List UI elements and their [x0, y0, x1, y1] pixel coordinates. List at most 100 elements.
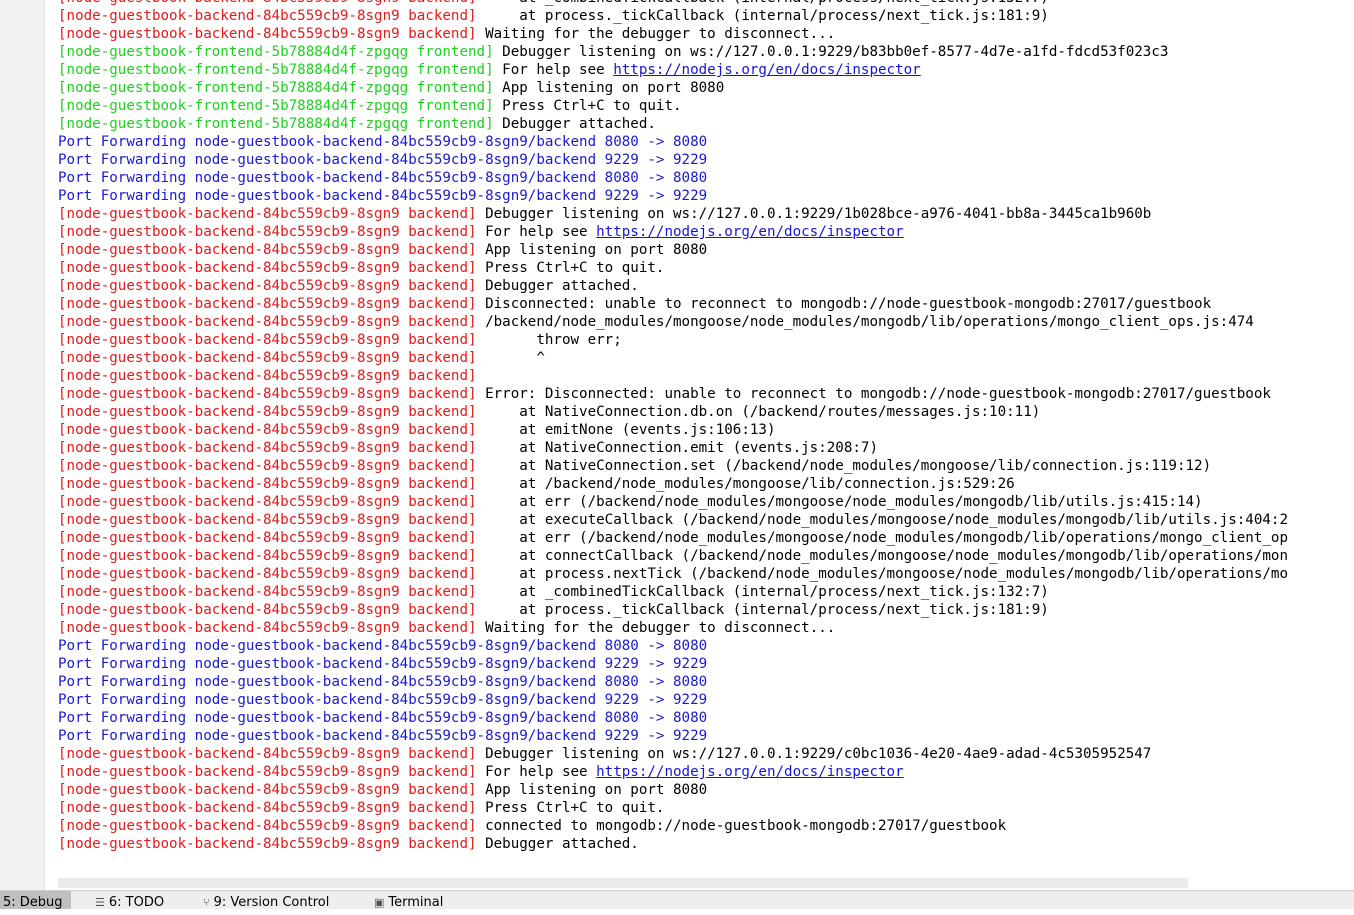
- console-line: [node-guestbook-backend-84bc559cb9-8sgn9…: [58, 223, 1354, 241]
- port-forwarding-text: Port Forwarding node-guestbook-backend-8…: [58, 692, 708, 708]
- port-forwarding-text: Port Forwarding node-guestbook-backend-8…: [58, 152, 708, 168]
- log-message: Debugger listening on ws://127.0.0.1:922…: [493, 44, 1169, 60]
- log-message: Press Ctrl+C to quit.: [476, 800, 665, 816]
- console-line: [node-guestbook-backend-84bc559cb9-8sgn9…: [58, 763, 1354, 781]
- left-gutter: [0, 0, 45, 890]
- log-message: at _combinedTickCallback (internal/proce…: [477, 0, 1049, 6]
- port-forwarding-text: Port Forwarding node-guestbook-backend-8…: [58, 188, 708, 204]
- log-message: connected to mongodb://node-guestbook-mo…: [476, 818, 1007, 834]
- log-message: Debugger attached.: [493, 116, 656, 132]
- log-message: For help see: [476, 764, 597, 780]
- log-source-prefix: [node-guestbook-backend-84bc559cb9-8sgn9…: [58, 530, 477, 546]
- branch-icon: ⑂: [203, 896, 210, 909]
- terminal-icon: ▣: [374, 896, 385, 909]
- port-forwarding-text: Port Forwarding node-guestbook-backend-8…: [58, 170, 708, 186]
- console-line: Port Forwarding node-guestbook-backend-8…: [58, 727, 1354, 745]
- console-line: Port Forwarding node-guestbook-backend-8…: [58, 655, 1354, 673]
- log-source-prefix: [node-guestbook-frontend-5b78884d4f-zpgq…: [58, 44, 494, 60]
- log-source-prefix: [node-guestbook-backend-84bc559cb9-8sgn9…: [58, 422, 477, 438]
- console-line: [node-guestbook-backend-84bc559cb9-8sgn9…: [58, 835, 1354, 853]
- console-line: Port Forwarding node-guestbook-backend-8…: [58, 709, 1354, 727]
- log-message: at /backend/node_modules/mongoose/lib/co…: [476, 476, 1015, 492]
- console-line: [node-guestbook-backend-84bc559cb9-8sgn9…: [58, 241, 1354, 259]
- log-message: at NativeConnection.db.on (/backend/rout…: [476, 404, 1041, 420]
- log-message: at process._tickCallback (internal/proce…: [476, 8, 1049, 24]
- log-source-prefix: [node-guestbook-backend-84bc559cb9-8sgn9…: [58, 764, 477, 780]
- log-message: Waiting for the debugger to disconnect..…: [476, 620, 836, 636]
- console-line: [node-guestbook-backend-84bc559cb9-8sgn9…: [58, 331, 1354, 349]
- log-source-prefix: [node-guestbook-backend-84bc559cb9-8sgn9…: [58, 440, 477, 456]
- port-forwarding-text: Port Forwarding node-guestbook-backend-8…: [58, 656, 708, 672]
- log-source-prefix: [node-guestbook-backend-84bc559cb9-8sgn9…: [58, 584, 477, 600]
- console-line: [node-guestbook-backend-84bc559cb9-8sgn9…: [58, 529, 1354, 547]
- console-line: Port Forwarding node-guestbook-backend-8…: [58, 151, 1354, 169]
- tab-todo[interactable]: ☰ 6: TODO: [95, 891, 164, 910]
- scrollbar-thumb[interactable]: [58, 878, 1188, 888]
- log-source-prefix: [node-guestbook-backend-84bc559cb9-8sgn9…: [58, 0, 477, 6]
- log-source-prefix: [node-guestbook-frontend-5b78884d4f-zpgq…: [58, 80, 494, 96]
- tab-version-control[interactable]: ⑂ 9: Version Control: [203, 891, 329, 910]
- console-line: [node-guestbook-backend-84bc559cb9-8sgn9…: [58, 367, 1354, 385]
- console-line: Port Forwarding node-guestbook-backend-8…: [58, 187, 1354, 205]
- console-line: [node-guestbook-backend-84bc559cb9-8sgn9…: [58, 7, 1354, 25]
- port-forwarding-text: Port Forwarding node-guestbook-backend-8…: [58, 134, 708, 150]
- console-line: [node-guestbook-backend-84bc559cb9-8sgn9…: [58, 349, 1354, 367]
- log-message: at _combinedTickCallback (internal/proce…: [476, 584, 1049, 600]
- log-source-prefix: [node-guestbook-backend-84bc559cb9-8sgn9…: [58, 746, 477, 762]
- log-message: Waiting for the debugger to disconnect..…: [476, 26, 836, 42]
- log-source-prefix: [node-guestbook-frontend-5b78884d4f-zpgq…: [58, 62, 494, 78]
- tab-terminal[interactable]: ▣ Terminal: [374, 891, 443, 910]
- port-forwarding-text: Port Forwarding node-guestbook-backend-8…: [58, 638, 708, 654]
- log-message: Debugger listening on ws://127.0.0.1:922…: [476, 206, 1152, 222]
- log-source-prefix: [node-guestbook-backend-84bc559cb9-8sgn9…: [58, 620, 477, 636]
- log-message: Disconnected: unable to reconnect to mon…: [476, 296, 1212, 312]
- log-source-prefix: [node-guestbook-backend-84bc559cb9-8sgn9…: [58, 494, 477, 510]
- console-line: Port Forwarding node-guestbook-backend-8…: [58, 637, 1354, 655]
- log-message: For help see: [493, 62, 614, 78]
- inspector-docs-link[interactable]: https://nodejs.org/en/docs/inspector: [596, 224, 904, 240]
- console-line: [node-guestbook-backend-84bc559cb9-8sgn9…: [58, 781, 1354, 799]
- console-line: [node-guestbook-backend-84bc559cb9-8sgn9…: [58, 601, 1354, 619]
- console-line: [node-guestbook-backend-84bc559cb9-8sgn9…: [58, 421, 1354, 439]
- console-line: [node-guestbook-frontend-5b78884d4f-zpgq…: [58, 115, 1354, 133]
- log-message: at process._tickCallback (internal/proce…: [476, 602, 1049, 618]
- console-line: [node-guestbook-frontend-5b78884d4f-zpgq…: [58, 43, 1354, 61]
- tool-window-bar: 5: Debug ☰ 6: TODO ⑂ 9: Version Control ▣ T…: [0, 890, 1354, 910]
- log-message: at connectCallback (/backend/node_module…: [476, 548, 1288, 564]
- log-message: at executeCallback (/backend/node_module…: [476, 512, 1288, 528]
- console-output[interactable]: [node-guestbook-backend-84bc559cb9-8sgn9…: [58, 0, 1354, 879]
- inspector-docs-link[interactable]: https://nodejs.org/en/docs/inspector: [613, 62, 921, 78]
- inspector-docs-link[interactable]: https://nodejs.org/en/docs/inspector: [596, 764, 904, 780]
- log-source-prefix: [node-guestbook-frontend-5b78884d4f-zpgq…: [58, 116, 494, 132]
- log-source-prefix: [node-guestbook-backend-84bc559cb9-8sgn9…: [58, 242, 477, 258]
- console-line: [node-guestbook-backend-84bc559cb9-8sgn9…: [58, 817, 1354, 835]
- log-message: at NativeConnection.emit (events.js:208:…: [476, 440, 879, 456]
- console-line: [node-guestbook-backend-84bc559cb9-8sgn9…: [58, 457, 1354, 475]
- log-message: at err (/backend/node_modules/mongoose/n…: [476, 494, 1203, 510]
- log-message: For help see: [476, 224, 597, 240]
- log-message: App listening on port 8080: [476, 242, 708, 258]
- horizontal-scrollbar[interactable]: [58, 877, 1354, 889]
- log-message: Press Ctrl+C to quit.: [476, 260, 665, 276]
- log-message: Press Ctrl+C to quit.: [493, 98, 682, 114]
- console-line: [node-guestbook-backend-84bc559cb9-8sgn9…: [58, 475, 1354, 493]
- console-line: [node-guestbook-backend-84bc559cb9-8sgn9…: [58, 799, 1354, 817]
- log-message: Debugger attached.: [476, 278, 639, 294]
- console-line: [node-guestbook-backend-84bc559cb9-8sgn9…: [58, 511, 1354, 529]
- log-source-prefix: [node-guestbook-frontend-5b78884d4f-zpgq…: [58, 98, 494, 114]
- log-source-prefix: [node-guestbook-backend-84bc559cb9-8sgn9…: [58, 386, 477, 402]
- log-source-prefix: [node-guestbook-backend-84bc559cb9-8sgn9…: [58, 512, 477, 528]
- log-source-prefix: [node-guestbook-backend-84bc559cb9-8sgn9…: [58, 206, 477, 222]
- console-line: [node-guestbook-backend-84bc559cb9-8sgn9…: [58, 277, 1354, 295]
- console-line: Port Forwarding node-guestbook-backend-8…: [58, 691, 1354, 709]
- log-message: Error: Disconnected: unable to reconnect…: [476, 386, 1271, 402]
- console-line: [node-guestbook-frontend-5b78884d4f-zpgq…: [58, 61, 1354, 79]
- console-line: [node-guestbook-frontend-5b78884d4f-zpgq…: [58, 97, 1354, 115]
- console-line: [node-guestbook-backend-84bc559cb9-8sgn9…: [58, 745, 1354, 763]
- log-source-prefix: [node-guestbook-backend-84bc559cb9-8sgn9…: [58, 404, 477, 420]
- console-line: Port Forwarding node-guestbook-backend-8…: [58, 169, 1354, 187]
- tab-debug[interactable]: 5: Debug: [0, 891, 71, 910]
- port-forwarding-text: Port Forwarding node-guestbook-backend-8…: [58, 674, 708, 690]
- console-line: [node-guestbook-backend-84bc559cb9-8sgn9…: [58, 565, 1354, 583]
- port-forwarding-text: Port Forwarding node-guestbook-backend-8…: [58, 710, 708, 726]
